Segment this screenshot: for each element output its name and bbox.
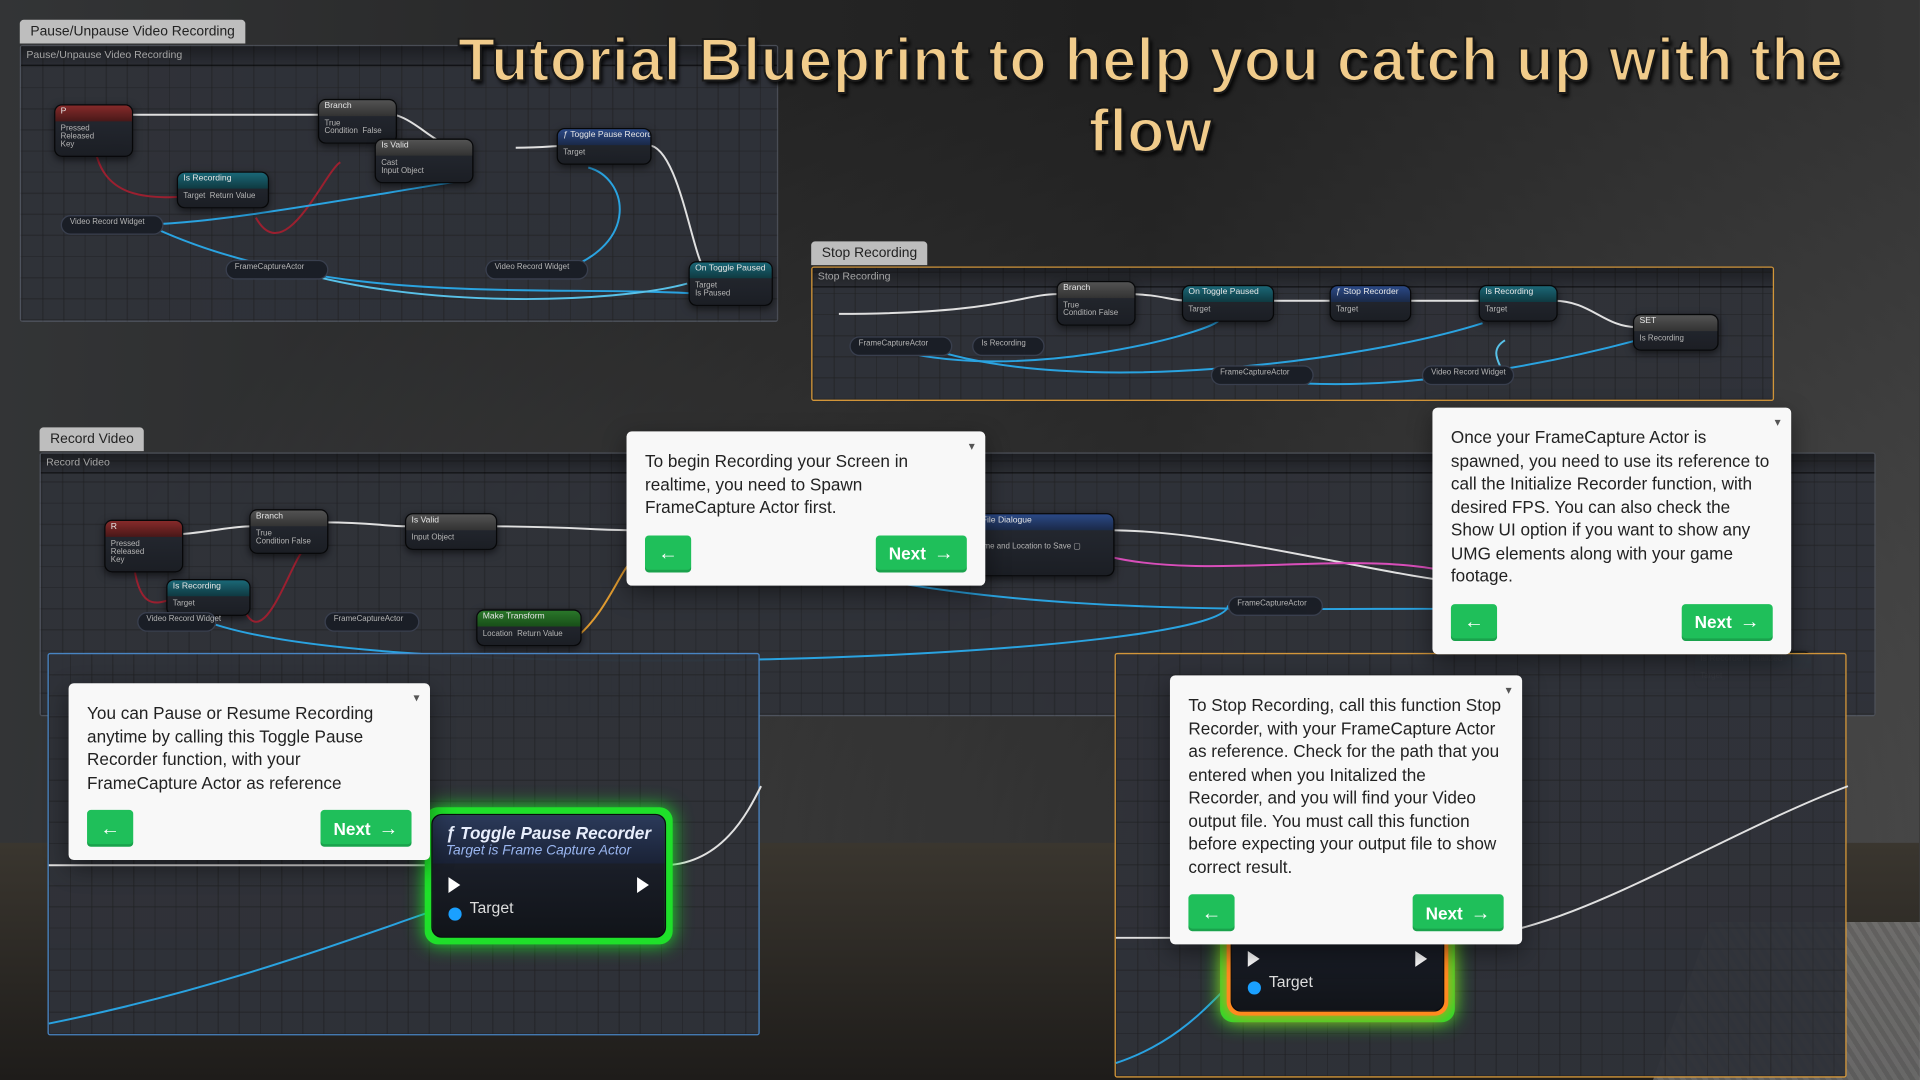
exec-out-pin[interactable] [1416,951,1428,967]
arrow-right-icon: → [1471,903,1491,923]
next-button[interactable]: Next→ [1412,895,1503,932]
node-make-transform[interactable]: Make TransformLocation Return Value [476,609,582,646]
arrow-left-icon: ← [100,819,120,839]
panel-tab-pause[interactable]: Pause/Unpause Video Recording [20,20,246,44]
var-vw-rec[interactable]: Video Record Widget [137,612,216,632]
close-icon[interactable]: ▾ [969,439,975,454]
callout-pause: ▾ You can Pause or Resume Recording anyt… [69,683,430,860]
var-framecapture-stop-1[interactable]: FrameCaptureActor [849,336,952,356]
back-button[interactable]: ← [645,535,691,572]
exec-in-pin[interactable] [448,877,460,893]
node-on-toggle-paused-stop[interactable]: On Toggle PausedTarget [1182,285,1274,322]
var-fc-rec2[interactable]: FrameCaptureActor [1228,596,1323,616]
node-branch-rec[interactable]: BranchTrueCondition False [249,509,328,554]
callout-text: Once your FrameCapture Actor is spawned,… [1451,426,1773,588]
node-toggle-pause-recorder[interactable]: ƒ Toggle Pause Recorder Target is Frame … [425,807,672,944]
graph-panel-stop[interactable]: Stop Recording Stop Recording BranchTrue… [811,266,1774,401]
var-video-widget-1[interactable]: Video Record Widget [61,215,164,235]
close-icon[interactable]: ▾ [413,691,419,706]
panel-header-stop: Stop Recording [813,268,1773,288]
back-button[interactable]: ← [1451,604,1497,641]
callout-stop: ▾ To Stop Recording, call this function … [1170,675,1522,945]
fn-icon: ƒ [446,823,460,843]
next-button[interactable]: Next→ [1681,604,1772,641]
arrow-right-icon: → [934,544,954,564]
back-button[interactable]: ← [1188,895,1234,932]
callout-text: To begin Recording your Screen in realti… [645,450,967,519]
node-isvalid-2[interactable]: Is RecordingTarget Return Value [177,171,269,208]
node-input-event-r[interactable]: RPressedReleasedKey [104,520,183,573]
exec-out-pin[interactable] [637,877,649,893]
var-video-widget-2[interactable]: Video Record Widget [485,260,588,280]
exec-in-pin[interactable] [1248,951,1260,967]
callout-begin: ▾ To begin Recording your Screen in real… [627,431,986,585]
arrow-right-icon: → [1740,612,1760,632]
node-isvalid-1[interactable]: Is ValidCastInput Object [375,138,474,183]
back-button[interactable]: ← [87,810,133,847]
panel-tab-stop[interactable]: Stop Recording [811,241,928,265]
node-isvalid-rec[interactable]: Is ValidInput Object [405,513,497,550]
close-icon[interactable]: ▾ [1506,683,1512,698]
target-pin[interactable] [448,907,461,920]
node-set-stop[interactable]: SETIs Recording [1633,314,1719,351]
arrow-left-icon: ← [1202,903,1222,923]
arrow-left-icon: ← [658,544,678,564]
var-framecapture-1[interactable]: FrameCaptureActor [226,260,329,280]
callout-text: To Stop Recording, call this function St… [1188,694,1503,879]
callout-initialize: ▾ Once your FrameCapture Actor is spawne… [1432,408,1791,654]
node-toggle-pause-small[interactable]: ƒ Toggle Pause RecorderTarget [557,128,652,165]
var-video-widget-stop[interactable]: Video Record Widget [1422,365,1514,385]
node-isrecording-rec[interactable]: Is RecordingTarget [166,579,250,616]
node-on-toggle-paused[interactable]: On Toggle PausedTargetIs Paused [689,261,773,306]
var-isrecording-stop[interactable]: Is Recording [972,336,1045,356]
node-stop-recorder-small[interactable]: ƒ Stop RecorderTarget [1330,285,1412,322]
callout-text: You can Pause or Resume Recording anytim… [87,702,411,795]
var-fc-rec[interactable]: FrameCaptureActor [324,612,419,632]
arrow-left-icon: ← [1464,612,1484,632]
close-icon[interactable]: ▾ [1775,415,1781,430]
node-branch-stop[interactable]: BranchTrueCondition False [1057,281,1136,326]
graph-panel-pause[interactable]: Pause/Unpause Video Recording Pause/Unpa… [20,45,778,322]
target-pin[interactable] [1248,981,1261,994]
node-isrecording-stop[interactable]: Is RecordingTarget [1479,285,1558,322]
node-input-event-p[interactable]: PPressedReleasedKey [54,104,133,157]
panel-tab-record[interactable]: Record Video [40,427,145,451]
node-branch-1[interactable]: BranchTrueCondition False [318,99,397,144]
panel-header-pause: Pause/Unpause Video Recording [21,46,777,66]
next-button[interactable]: Next→ [320,810,411,847]
var-framecapture-stop-2[interactable]: FrameCaptureActor [1211,365,1314,385]
next-button[interactable]: Next→ [876,535,967,572]
arrow-right-icon: → [379,819,399,839]
